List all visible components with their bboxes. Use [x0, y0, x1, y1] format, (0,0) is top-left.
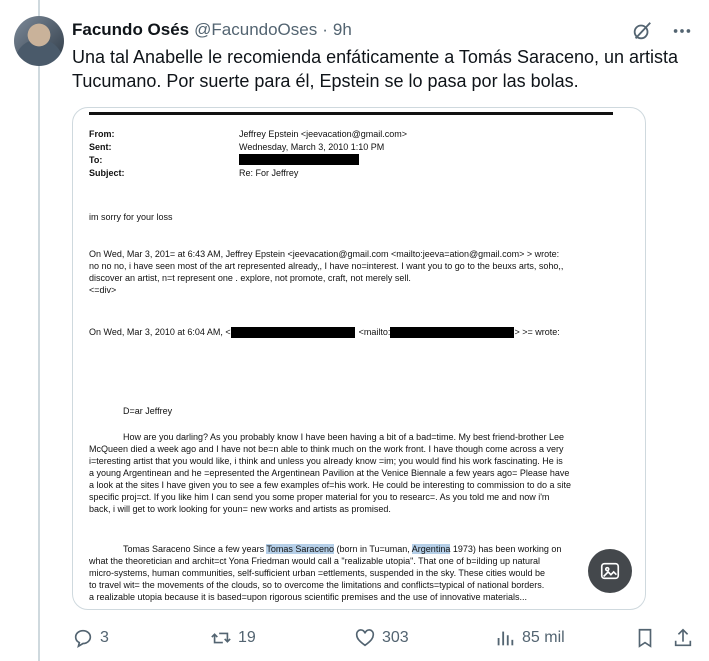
email-line: a realizable utopia because it is based=…	[89, 592, 527, 602]
separator-dot: ·	[322, 20, 328, 39]
email-subject-row: Subject: Re: For Jeffrey	[89, 167, 298, 180]
highlighted-text: Tomas Saraceno	[266, 544, 334, 554]
reply-count: 3	[100, 629, 109, 646]
views-icon	[497, 631, 514, 646]
email-to-row: To:	[89, 154, 359, 167]
email-line: How are you darling? As you probably kno…	[123, 432, 565, 442]
email-line: a look at the sites I have given you to …	[89, 480, 572, 490]
email-line: <=div>	[89, 285, 117, 295]
email-line: Tomas Saraceno Since a few years Tomas S…	[123, 543, 613, 555]
quote-prefix: On Wed, Mar 3, 2010 at 6:04 AM, <	[89, 327, 231, 337]
timestamp[interactable]: 9h	[333, 20, 352, 40]
email-greeting: D=ar Jeffrey	[123, 406, 173, 416]
tweet-text: Una tal Anabelle le recomienda enfáticam…	[72, 47, 679, 91]
like-button[interactable]: 303	[354, 627, 409, 649]
sent-label: Sent:	[89, 142, 112, 152]
mailto-text: <mailto:	[358, 327, 391, 337]
email-line: im sorry for your loss	[89, 212, 173, 222]
tweet[interactable]: Facundo Osés @FacundoOses · 9h Una tal A…	[0, 0, 709, 661]
email-line: i=teresting artist that you would like, …	[89, 456, 563, 466]
user-handle[interactable]: @FacundoOses	[194, 20, 317, 40]
subject-value: Re: For Jeffrey	[239, 168, 299, 178]
email-line: back, i will get to work looking for you…	[89, 504, 391, 514]
tweet-header: Facundo Osés @FacundoOses · 9h	[72, 18, 352, 42]
more-icon[interactable]	[671, 20, 693, 42]
subject-label: Subject:	[89, 168, 125, 178]
highlighted-text: Argentina	[411, 544, 451, 554]
email-line: specific proj=ct. If you like him I can …	[89, 492, 550, 502]
email-line: a young Argentinean and he =epresented t…	[89, 468, 570, 478]
line-text: (born in Tu=uman,	[336, 544, 410, 554]
redaction-box	[230, 326, 355, 338]
email-from-row: From: Jeffrey Epstein <jeevacation@gmail…	[89, 128, 407, 141]
share-button[interactable]	[672, 627, 694, 649]
email-quote-line: On Wed, Mar 3, 2010 at 6:04 AM, < <mailt…	[89, 326, 613, 338]
image-edit-button[interactable]	[588, 549, 632, 593]
email-line: On Wed, Mar 3, 201= at 6:43 AM, Jeffrey …	[89, 249, 560, 259]
sent-value: Wednesday, March 3, 2010 1:10 PM	[239, 142, 385, 152]
bookmark-icon	[638, 628, 652, 648]
retweet-button[interactable]: 19	[210, 627, 256, 649]
email-line: discover an artist, n=t represent one . …	[89, 273, 411, 283]
email-line: what the theoretician and archit=ct Yona…	[89, 556, 541, 566]
email-line: McQueen died a week ago and I have not b…	[89, 444, 564, 454]
email-line: no no no, i have seen most of the art re…	[89, 261, 564, 271]
like-count: 303	[382, 629, 409, 646]
reply-button[interactable]: 3	[72, 627, 109, 649]
redaction-box	[239, 154, 359, 165]
views-count: 85 mil	[522, 629, 565, 646]
retweet-icon	[211, 632, 231, 644]
like-icon	[355, 629, 375, 647]
line-text: Tomas Saraceno Since a few years	[123, 544, 265, 554]
from-label: From:	[89, 129, 115, 139]
views-button[interactable]: 85 mil	[494, 627, 565, 649]
header-icons	[631, 20, 693, 42]
to-label: To:	[89, 155, 103, 165]
grok-icon[interactable]	[631, 20, 653, 42]
reply-icon	[74, 629, 92, 648]
line-text: 1973) has been working on	[452, 544, 562, 554]
document-top-rule	[89, 112, 613, 115]
retweet-count: 19	[238, 629, 256, 646]
email-sent-row: Sent: Wednesday, March 3, 2010 1:10 PM	[89, 141, 384, 154]
share-icon	[674, 628, 692, 647]
email-line: micro-systems, human communities, self-s…	[89, 568, 545, 578]
email-document: From: Jeffrey Epstein <jeevacation@gmail…	[89, 112, 613, 606]
redaction-box	[390, 326, 515, 338]
quote-suffix: > >= wrote:	[514, 327, 560, 337]
image-edit-icon	[600, 562, 620, 580]
bookmark-button[interactable]	[634, 627, 656, 649]
tweet-media-image[interactable]: From: Jeffrey Epstein <jeevacation@gmail…	[72, 107, 646, 610]
display-name[interactable]: Facundo Osés	[72, 20, 189, 40]
tweet-actions: 3 19 303 85 mil	[72, 624, 698, 652]
avatar[interactable]	[14, 16, 64, 66]
from-value: Jeffrey Epstein <jeevacation@gmail.com>	[239, 129, 408, 139]
email-line: to travel wit= the movements of the clou…	[89, 580, 545, 590]
